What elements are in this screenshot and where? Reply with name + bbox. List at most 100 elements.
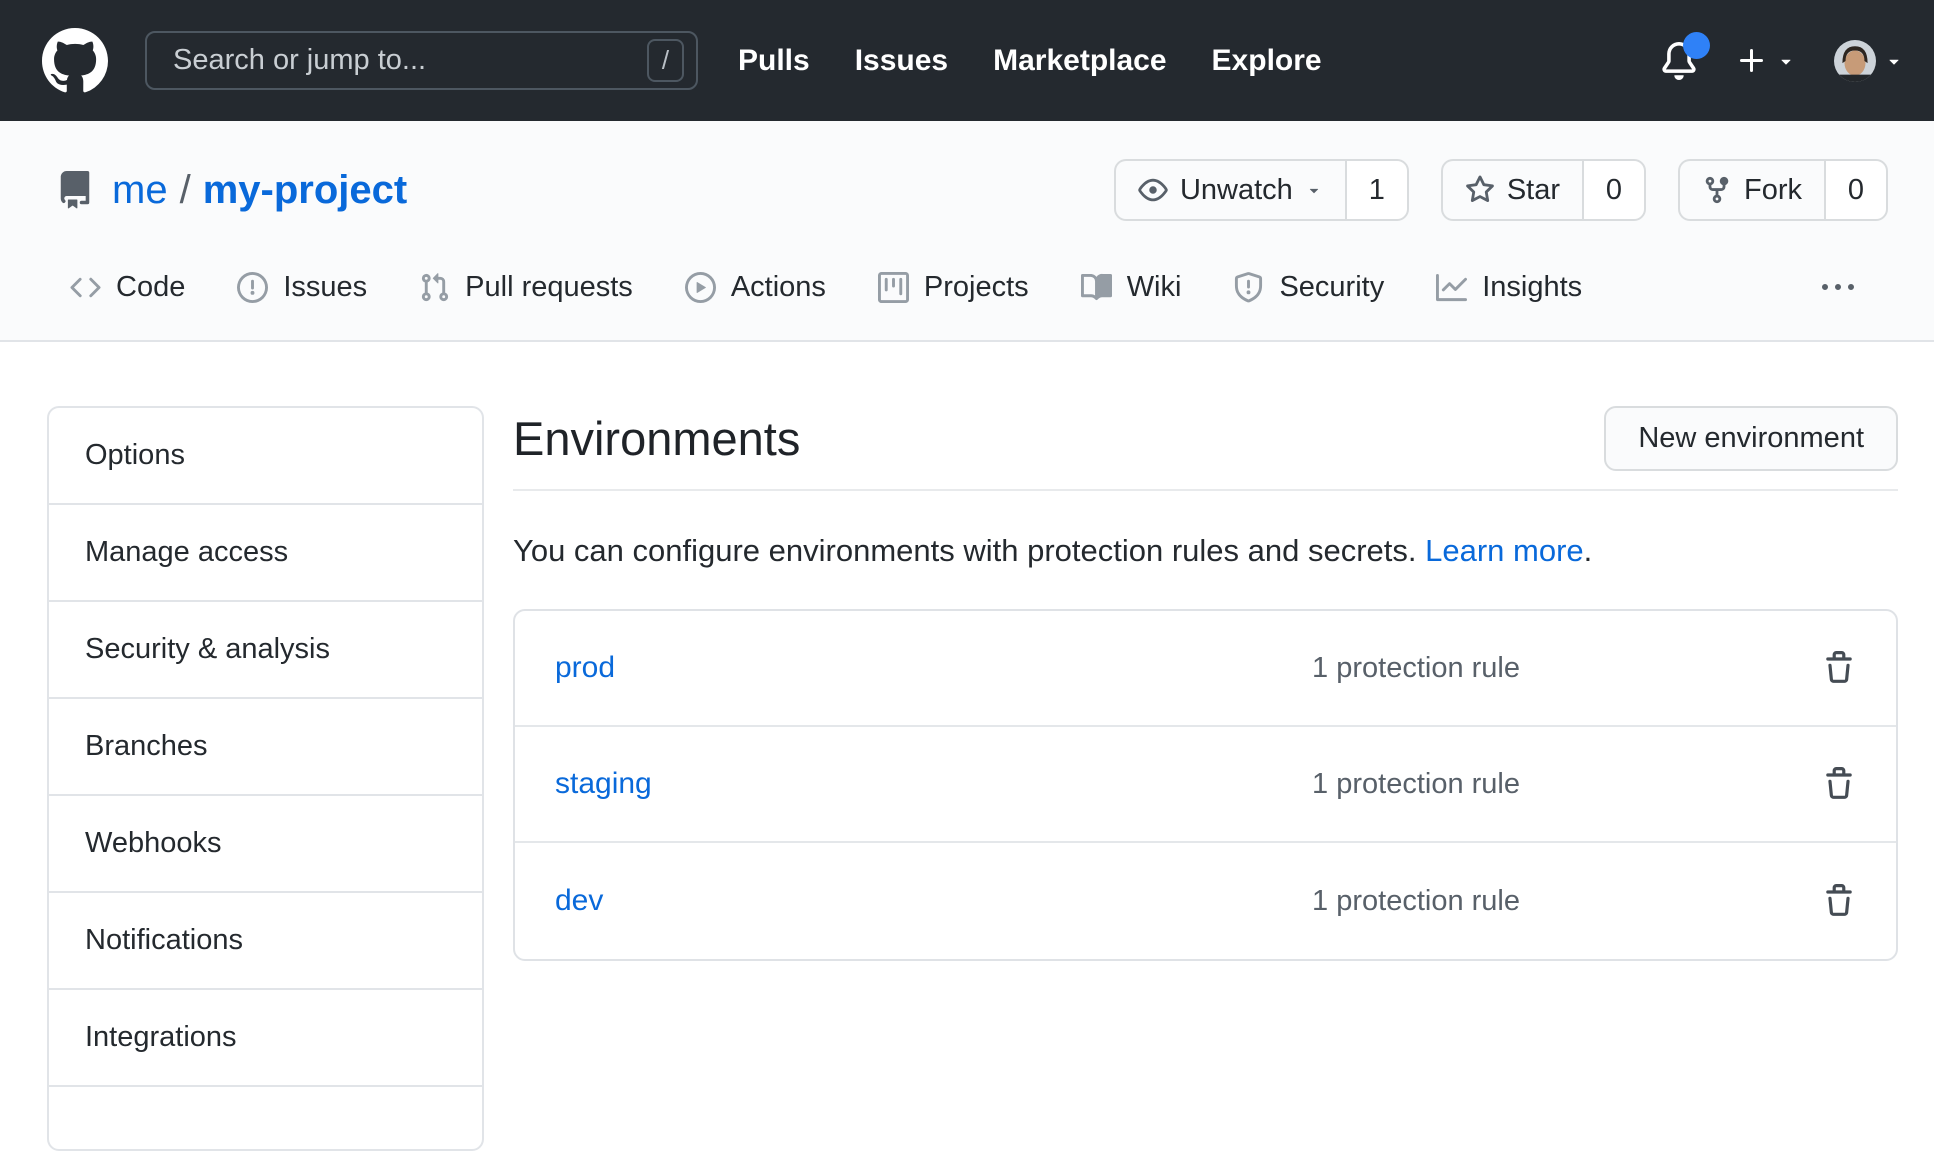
global-nav: Pulls Issues Marketplace Explore: [738, 44, 1322, 78]
graph-icon: [1436, 272, 1467, 303]
nav-issues[interactable]: Issues: [855, 44, 948, 78]
shield-icon: [1233, 272, 1264, 303]
protection-rule-count: 1 protection rule: [1312, 885, 1520, 918]
sidebar-item-manage-access[interactable]: Manage access: [49, 505, 482, 602]
sidebar-item-partial[interactable]: [49, 1087, 482, 1149]
protection-rule-count: 1 protection rule: [1312, 652, 1520, 685]
sidebar-item-integrations[interactable]: Integrations: [49, 990, 482, 1087]
star-button-group: Star 0: [1441, 159, 1646, 221]
tab-insights[interactable]: Insights: [1418, 249, 1600, 326]
new-environment-button[interactable]: New environment: [1604, 406, 1898, 471]
tab-label: Security: [1279, 271, 1384, 304]
fork-label: Fork: [1744, 174, 1802, 207]
environments-panel: Environments New environment You can con…: [513, 406, 1898, 961]
plus-icon: [1736, 45, 1768, 77]
code-icon: [70, 272, 101, 303]
repo-tabs: Code Issues Pull requests Actions Projec…: [0, 249, 1934, 326]
nav-pulls[interactable]: Pulls: [738, 44, 810, 78]
nav-explore[interactable]: Explore: [1212, 44, 1322, 78]
star-label: Star: [1507, 174, 1560, 207]
tab-wiki[interactable]: Wiki: [1063, 249, 1200, 326]
triangle-down-icon: [1305, 181, 1323, 199]
environment-link-staging[interactable]: staging: [555, 767, 652, 801]
header-divider: [513, 489, 1898, 491]
unwatch-button[interactable]: Unwatch: [1114, 159, 1345, 221]
tab-projects[interactable]: Projects: [860, 249, 1047, 326]
avatar: [1834, 40, 1876, 82]
repo-owner-link[interactable]: me: [112, 168, 168, 213]
tab-label: Code: [116, 271, 185, 304]
global-header: / Pulls Issues Marketplace Explore: [0, 0, 1934, 121]
repo-actions: Unwatch 1 Star 0 Fork 0: [1114, 159, 1888, 221]
sidebar-item-security-analysis[interactable]: Security & analysis: [49, 602, 482, 699]
github-logo-icon[interactable]: [42, 28, 108, 94]
sidebar-item-options[interactable]: Options: [49, 408, 482, 505]
stargazers-count[interactable]: 0: [1582, 159, 1646, 221]
trash-icon: [1822, 651, 1856, 685]
settings-sidebar: Options Manage access Security & analysi…: [47, 406, 484, 1151]
learn-more-link[interactable]: Learn more: [1425, 533, 1584, 568]
repo-name-link[interactable]: my-project: [203, 168, 408, 213]
trash-icon: [1822, 767, 1856, 801]
sidebar-item-branches[interactable]: Branches: [49, 699, 482, 796]
watch-button-group: Unwatch 1: [1114, 159, 1409, 221]
search-input[interactable]: [171, 43, 647, 78]
fork-icon: [1702, 175, 1732, 205]
delete-environment-button[interactable]: [1822, 884, 1856, 918]
tab-label: Projects: [924, 271, 1029, 304]
repo-icon: [56, 171, 94, 209]
tab-code[interactable]: Code: [52, 249, 203, 326]
chevron-down-icon: [1776, 51, 1796, 71]
user-menu-button[interactable]: [1834, 40, 1904, 82]
notifications-button[interactable]: [1660, 42, 1698, 80]
book-icon: [1081, 272, 1112, 303]
repo-title-row: me / my-project Unwatch 1 Star: [0, 159, 1934, 221]
star-icon: [1465, 175, 1495, 205]
header-right: [1660, 40, 1904, 82]
environments-header: Environments New environment: [513, 406, 1898, 471]
environment-row: dev 1 protection rule: [515, 843, 1896, 959]
unread-notification-dot: [1683, 32, 1710, 59]
delete-environment-button[interactable]: [1822, 651, 1856, 685]
environments-description: You can configure environments with prot…: [513, 533, 1898, 569]
delete-environment-button[interactable]: [1822, 767, 1856, 801]
settings-page: Options Manage access Security & analysi…: [0, 342, 1934, 1151]
environment-link-prod[interactable]: prod: [555, 651, 615, 685]
search-box: /: [145, 31, 698, 90]
breadcrumb: me / my-project: [112, 168, 407, 213]
unwatch-label: Unwatch: [1180, 174, 1293, 207]
nav-marketplace[interactable]: Marketplace: [993, 44, 1166, 78]
issue-opened-icon: [237, 272, 268, 303]
project-icon: [878, 272, 909, 303]
chevron-down-icon: [1884, 51, 1904, 71]
tab-issues[interactable]: Issues: [219, 249, 385, 326]
description-period: .: [1584, 533, 1593, 568]
pull-request-icon: [419, 272, 450, 303]
tab-label: Wiki: [1127, 271, 1182, 304]
sidebar-item-notifications[interactable]: Notifications: [49, 893, 482, 990]
fork-button-group: Fork 0: [1678, 159, 1888, 221]
tab-pull-requests[interactable]: Pull requests: [401, 249, 651, 326]
tab-label: Issues: [283, 271, 367, 304]
more-tabs-button[interactable]: [1822, 272, 1854, 304]
forks-count[interactable]: 0: [1824, 159, 1888, 221]
fork-button[interactable]: Fork: [1678, 159, 1824, 221]
tab-security[interactable]: Security: [1215, 249, 1402, 326]
tab-label: Actions: [731, 271, 826, 304]
tab-actions[interactable]: Actions: [667, 249, 844, 326]
sidebar-item-webhooks[interactable]: Webhooks: [49, 796, 482, 893]
star-button[interactable]: Star: [1441, 159, 1582, 221]
tab-label: Insights: [1482, 271, 1582, 304]
environments-list: prod 1 protection rule staging 1 protect…: [513, 609, 1898, 961]
environment-link-dev[interactable]: dev: [555, 884, 603, 918]
watchers-count[interactable]: 1: [1345, 159, 1409, 221]
slash-shortcut-hint: /: [647, 39, 684, 82]
environment-row: staging 1 protection rule: [515, 727, 1896, 843]
page-title: Environments: [513, 408, 800, 469]
play-icon: [685, 272, 716, 303]
repo-header: me / my-project Unwatch 1 Star: [0, 121, 1934, 342]
eye-icon: [1138, 175, 1168, 205]
tab-label: Pull requests: [465, 271, 633, 304]
trash-icon: [1822, 884, 1856, 918]
create-new-button[interactable]: [1736, 45, 1796, 77]
